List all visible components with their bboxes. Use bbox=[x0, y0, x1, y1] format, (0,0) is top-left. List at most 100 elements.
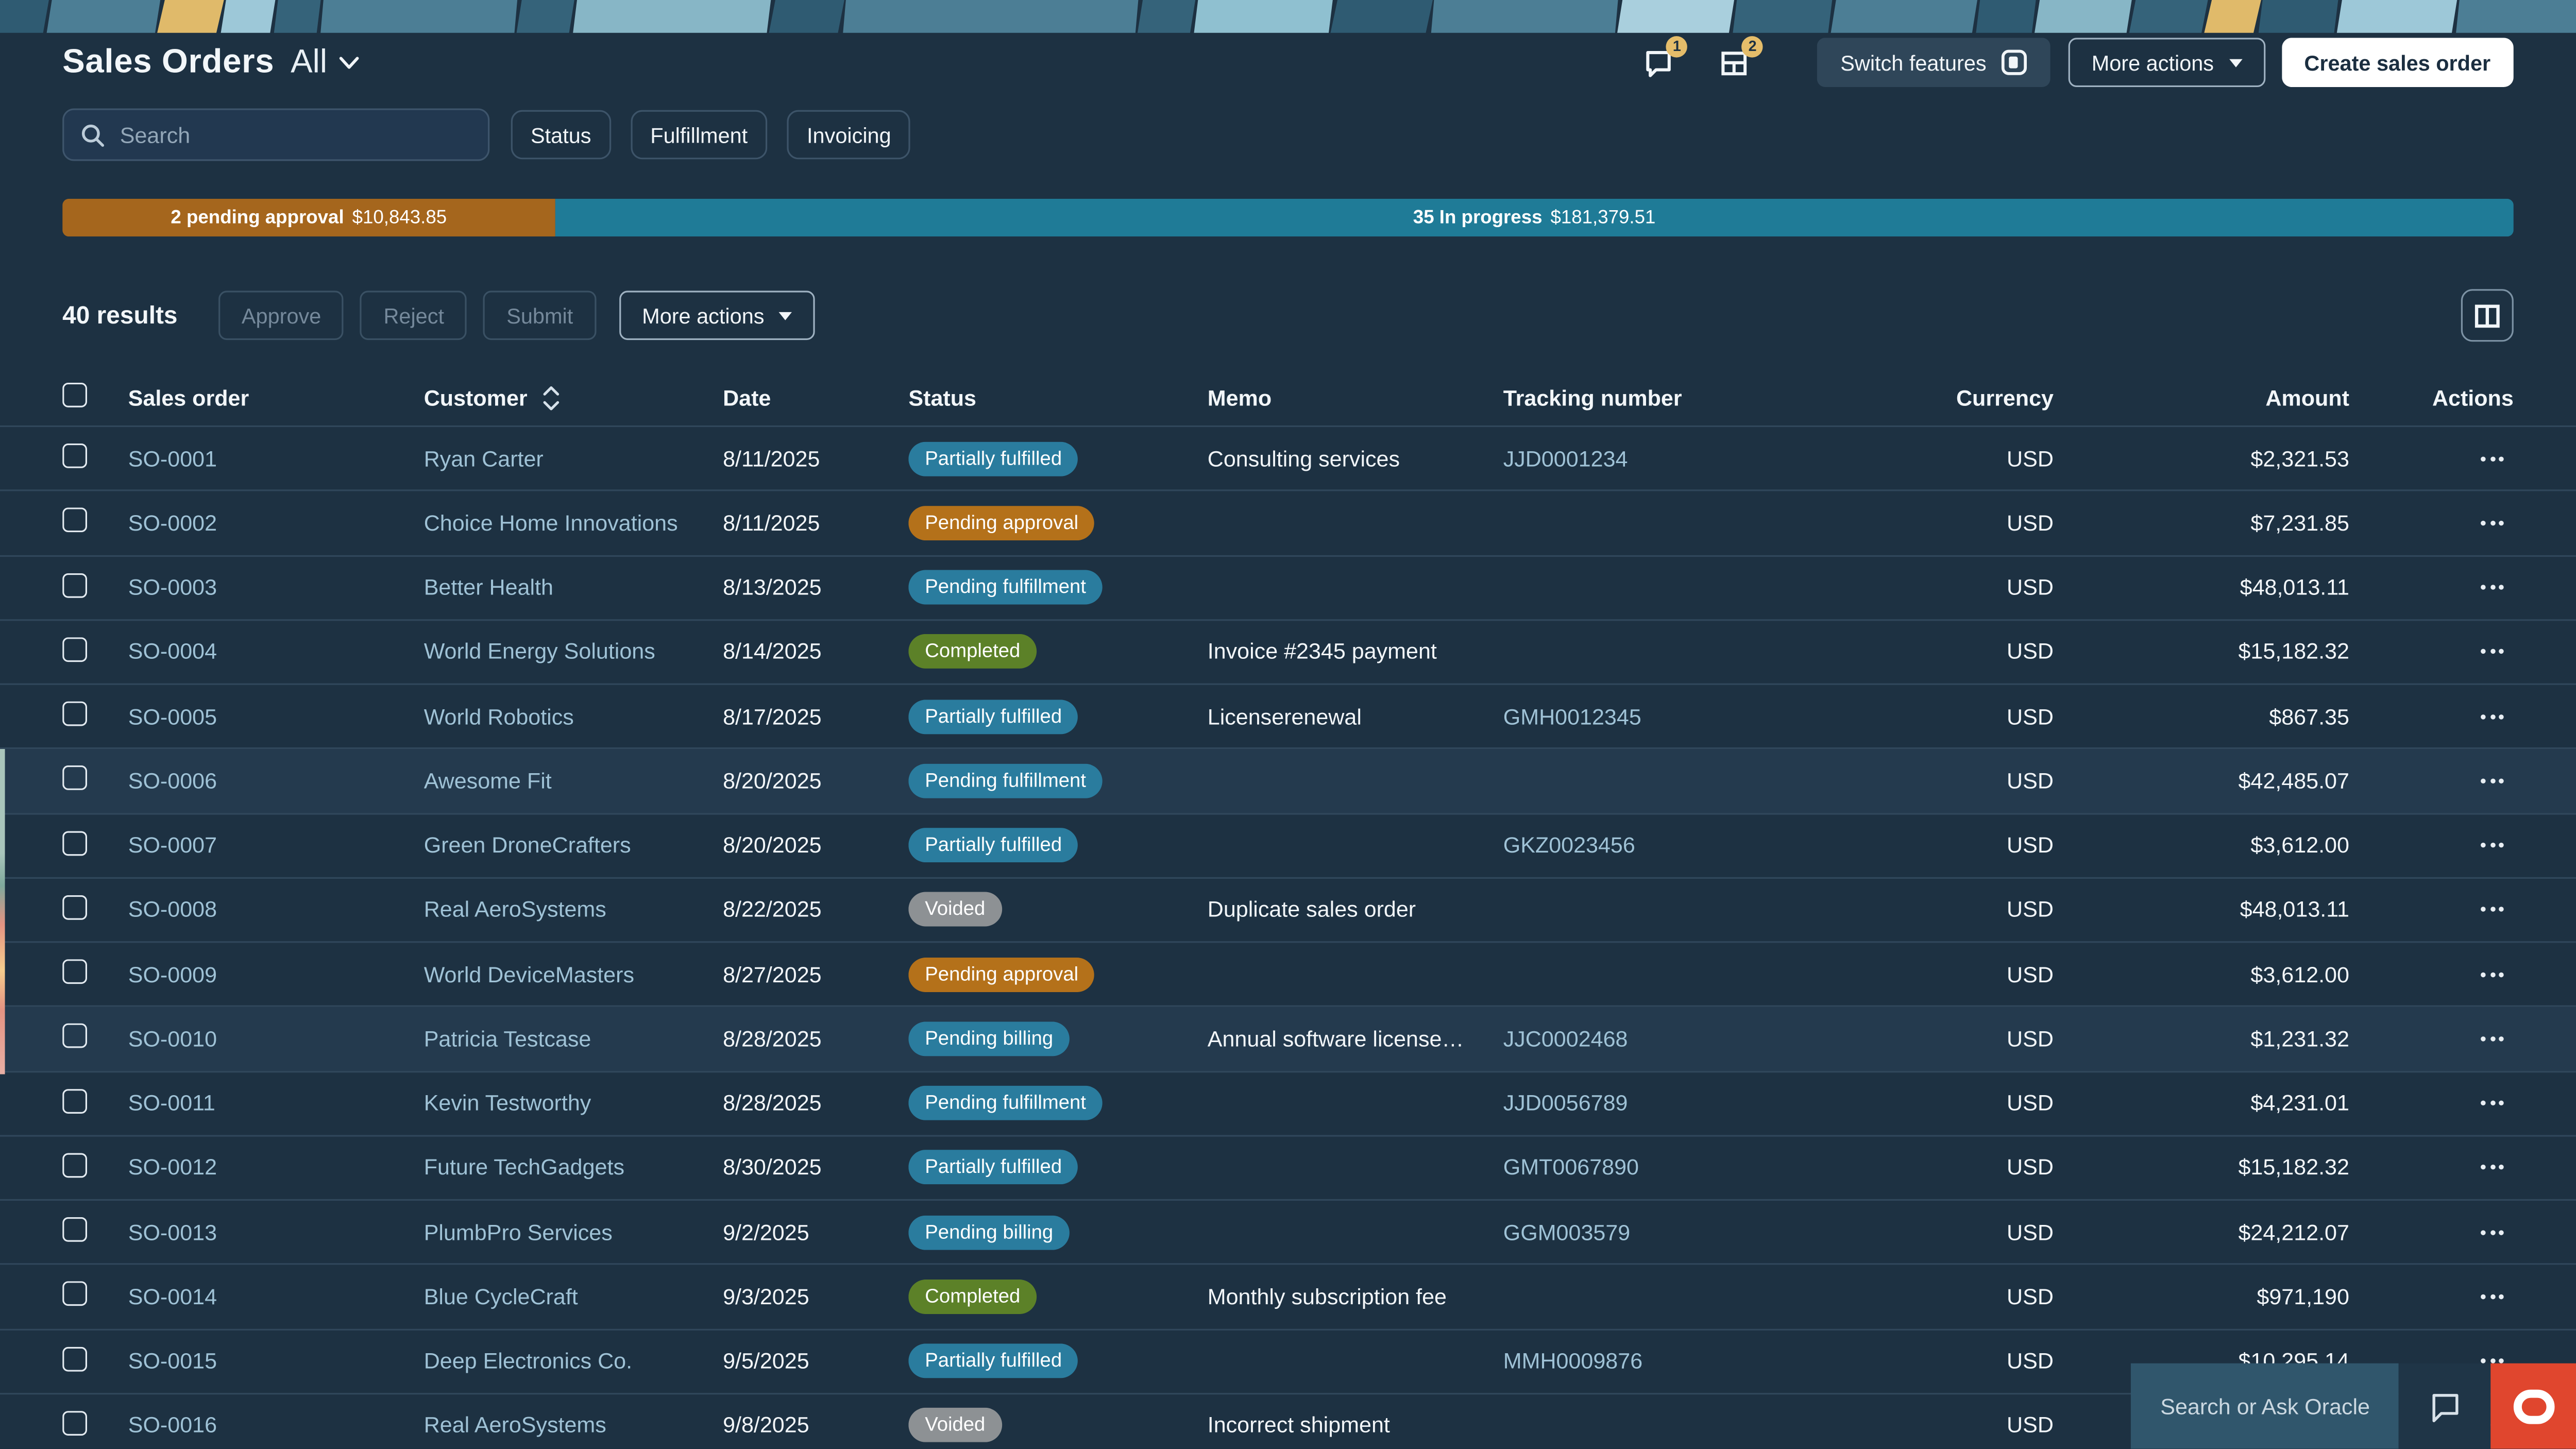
notifications-button[interactable]: 1 bbox=[1643, 35, 1688, 78]
row-actions-button[interactable] bbox=[2481, 1027, 2504, 1051]
row-checkbox[interactable] bbox=[62, 1088, 88, 1113]
table-row[interactable]: SO-0014 Blue CycleCraft 9/3/2025 Complet… bbox=[0, 1265, 2576, 1330]
customer-link[interactable]: Deep Electronics Co. bbox=[424, 1349, 723, 1373]
row-checkbox[interactable] bbox=[62, 508, 88, 533]
tracking-link[interactable]: JJD0056789 bbox=[1503, 1091, 1832, 1116]
row-checkbox[interactable] bbox=[62, 959, 88, 984]
row-actions-button[interactable] bbox=[2481, 575, 2504, 600]
tracking-link[interactable]: MMH0009876 bbox=[1503, 1349, 1832, 1373]
search-input[interactable] bbox=[116, 121, 472, 149]
reject-button[interactable]: Reject bbox=[360, 291, 467, 340]
column-header-memo[interactable]: Memo bbox=[1208, 385, 1503, 410]
chevron-down-icon[interactable] bbox=[338, 55, 360, 70]
row-actions-button[interactable] bbox=[2481, 704, 2504, 729]
table-row[interactable]: SO-0005 World Robotics 8/17/2025 Partial… bbox=[0, 685, 2576, 749]
table-row[interactable]: SO-0008 Real AeroSystems 8/22/2025 Voide… bbox=[0, 878, 2576, 943]
row-actions-button[interactable] bbox=[2481, 1220, 2504, 1245]
customer-link[interactable]: World Energy Solutions bbox=[424, 640, 723, 664]
row-checkbox[interactable] bbox=[62, 766, 88, 791]
row-actions-button[interactable] bbox=[2481, 962, 2504, 986]
customer-link[interactable]: Patricia Testcase bbox=[424, 1027, 723, 1051]
filter-chip-status[interactable]: Status bbox=[511, 110, 611, 160]
assistant-chat-button[interactable] bbox=[2398, 1363, 2491, 1449]
create-sales-order-button[interactable]: Create sales order bbox=[2281, 38, 2514, 88]
row-checkbox[interactable] bbox=[62, 637, 88, 662]
row-checkbox[interactable] bbox=[62, 572, 88, 598]
progress-bar[interactable]: 2 pending approval $10,843.85 35 In progre… bbox=[62, 198, 2514, 237]
search-box[interactable] bbox=[62, 108, 490, 161]
row-actions-button[interactable] bbox=[2481, 1091, 2504, 1116]
table-row[interactable]: SO-0013 PlumbPro Services 9/2/2025 Pendi… bbox=[0, 1201, 2576, 1266]
sales-order-link[interactable]: SO-0008 bbox=[128, 897, 424, 922]
column-header-amount[interactable]: Amount bbox=[2054, 385, 2349, 410]
sales-order-link[interactable]: SO-0012 bbox=[128, 1155, 424, 1180]
tracking-link[interactable]: GGM003579 bbox=[1503, 1220, 1832, 1245]
row-checkbox[interactable] bbox=[62, 1346, 88, 1371]
row-actions-button[interactable] bbox=[2481, 1155, 2504, 1180]
table-row[interactable]: SO-0011 Kevin Testworthy 8/28/2025 Pendi… bbox=[0, 1072, 2576, 1136]
customer-link[interactable]: Better Health bbox=[424, 575, 723, 600]
approve-button[interactable]: Approve bbox=[218, 291, 344, 340]
tracking-link[interactable]: JJD0001234 bbox=[1503, 446, 1832, 471]
table-row[interactable]: SO-0006 Awesome Fit 8/20/2025 Pending fu… bbox=[0, 749, 2576, 814]
row-actions-button[interactable] bbox=[2481, 510, 2504, 535]
row-checkbox[interactable] bbox=[62, 1217, 88, 1242]
table-more-actions-button[interactable]: More actions bbox=[619, 291, 816, 340]
column-header-tracking[interactable]: Tracking number bbox=[1503, 385, 1832, 410]
row-checkbox[interactable] bbox=[62, 702, 88, 726]
row-checkbox[interactable] bbox=[62, 895, 88, 920]
sales-order-link[interactable]: SO-0006 bbox=[128, 769, 424, 793]
customer-link[interactable]: Awesome Fit bbox=[424, 769, 723, 793]
customer-link[interactable]: Future TechGadgets bbox=[424, 1155, 723, 1180]
row-checkbox[interactable] bbox=[62, 1153, 88, 1178]
sort-icon[interactable] bbox=[542, 384, 560, 412]
customer-link[interactable]: Ryan Carter bbox=[424, 446, 723, 471]
customer-link[interactable]: Choice Home Innovations bbox=[424, 510, 723, 535]
table-row[interactable]: SO-0010 Patricia Testcase 8/28/2025 Pend… bbox=[0, 1007, 2576, 1072]
sales-order-link[interactable]: SO-0011 bbox=[128, 1091, 424, 1116]
table-row[interactable]: SO-0012 Future TechGadgets 8/30/2025 Par… bbox=[0, 1136, 2576, 1201]
ask-oracle-input[interactable]: Search or Ask Oracle bbox=[2130, 1363, 2399, 1449]
shortcuts-button[interactable]: 2 bbox=[1719, 35, 1764, 78]
row-actions-button[interactable] bbox=[2481, 897, 2504, 922]
sales-order-link[interactable]: SO-0009 bbox=[128, 962, 424, 986]
header-more-actions-button[interactable]: More actions bbox=[2069, 38, 2265, 88]
customer-link[interactable]: World Robotics bbox=[424, 704, 723, 729]
tracking-link[interactable]: GMH0012345 bbox=[1503, 704, 1832, 729]
table-row[interactable]: SO-0001 Ryan Carter 8/11/2025 Partially … bbox=[0, 427, 2576, 492]
filter-chip-fulfillment[interactable]: Fulfillment bbox=[631, 110, 768, 160]
row-actions-button[interactable] bbox=[2481, 1284, 2504, 1309]
row-actions-button[interactable] bbox=[2481, 640, 2504, 664]
select-all-checkbox[interactable] bbox=[62, 382, 88, 407]
sales-order-link[interactable]: SO-0005 bbox=[128, 704, 424, 729]
sales-order-link[interactable]: SO-0004 bbox=[128, 640, 424, 664]
row-checkbox[interactable] bbox=[62, 1282, 88, 1307]
customer-link[interactable]: Green DroneCrafters bbox=[424, 833, 723, 858]
sales-order-link[interactable]: SO-0007 bbox=[128, 833, 424, 858]
switch-features-button[interactable]: Switch features bbox=[1817, 38, 2050, 88]
tracking-link[interactable]: GKZ0023456 bbox=[1503, 833, 1832, 858]
column-header-status[interactable]: Status bbox=[908, 385, 1207, 410]
row-checkbox[interactable] bbox=[62, 1024, 88, 1049]
table-row[interactable]: SO-0007 Green DroneCrafters 8/20/2025 Pa… bbox=[0, 814, 2576, 879]
filter-chip-invoicing[interactable]: Invoicing bbox=[787, 110, 911, 160]
sales-order-link[interactable]: SO-0002 bbox=[128, 510, 424, 535]
table-row[interactable]: SO-0004 World Energy Solutions 8/14/2025… bbox=[0, 621, 2576, 685]
sales-order-link[interactable]: SO-0001 bbox=[128, 446, 424, 471]
column-header-currency[interactable]: Currency bbox=[1832, 385, 2054, 410]
row-checkbox[interactable] bbox=[62, 444, 88, 469]
row-actions-button[interactable] bbox=[2481, 769, 2504, 793]
table-row[interactable]: SO-0002 Choice Home Innovations 8/11/202… bbox=[0, 491, 2576, 556]
column-header-customer[interactable]: Customer bbox=[424, 384, 723, 412]
row-checkbox[interactable] bbox=[62, 830, 88, 856]
sales-order-link[interactable]: SO-0014 bbox=[128, 1284, 424, 1309]
sales-order-link[interactable]: SO-0016 bbox=[128, 1413, 424, 1438]
tracking-link[interactable]: JJC0002468 bbox=[1503, 1027, 1832, 1051]
table-row[interactable]: SO-0003 Better Health 8/13/2025 Pending … bbox=[0, 556, 2576, 621]
customer-link[interactable]: Real AeroSystems bbox=[424, 1413, 723, 1438]
sales-order-link[interactable]: SO-0003 bbox=[128, 575, 424, 600]
sales-order-link[interactable]: SO-0013 bbox=[128, 1220, 424, 1245]
column-header-date[interactable]: Date bbox=[723, 385, 908, 410]
row-checkbox[interactable] bbox=[62, 1410, 88, 1436]
column-header-sales-order[interactable]: Sales order bbox=[128, 385, 424, 410]
